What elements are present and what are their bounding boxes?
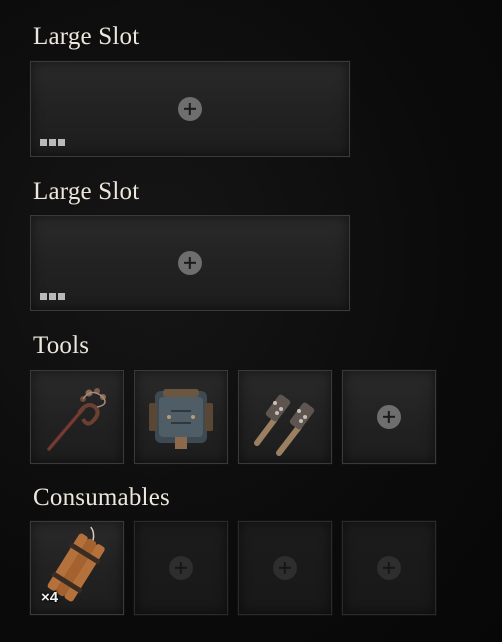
consumable-slot-3[interactable] xyxy=(238,521,332,615)
whip-tool-icon xyxy=(47,388,106,451)
add-icon xyxy=(273,556,297,580)
section-title-large-slot-2: Large Slot xyxy=(33,178,140,205)
large-slot-2[interactable] xyxy=(30,215,350,311)
section-title-large-slot-1: Large Slot xyxy=(33,23,140,50)
consumable-slot-2[interactable] xyxy=(134,521,228,615)
large-slot-1[interactable] xyxy=(30,61,350,157)
slot-capacity-indicator xyxy=(40,139,65,146)
dual-maces-tool-icon xyxy=(254,394,315,456)
add-icon xyxy=(178,251,202,275)
backpack-tool-icon xyxy=(149,389,213,449)
item-quantity: ×4 xyxy=(41,589,59,606)
tool-slot-2[interactable] xyxy=(134,370,228,464)
add-icon xyxy=(377,405,401,429)
consumable-slot-1[interactable]: ×4 xyxy=(30,521,124,615)
tool-slot-3[interactable] xyxy=(238,370,332,464)
tool-slot-1[interactable] xyxy=(30,370,124,464)
add-icon xyxy=(169,556,193,580)
add-icon xyxy=(377,556,401,580)
add-icon xyxy=(178,97,202,121)
section-title-tools: Tools xyxy=(33,332,90,359)
slot-capacity-indicator xyxy=(40,293,65,300)
consumable-slot-4[interactable] xyxy=(342,521,436,615)
tool-slot-4[interactable] xyxy=(342,370,436,464)
section-title-consumables: Consumables xyxy=(33,484,170,511)
